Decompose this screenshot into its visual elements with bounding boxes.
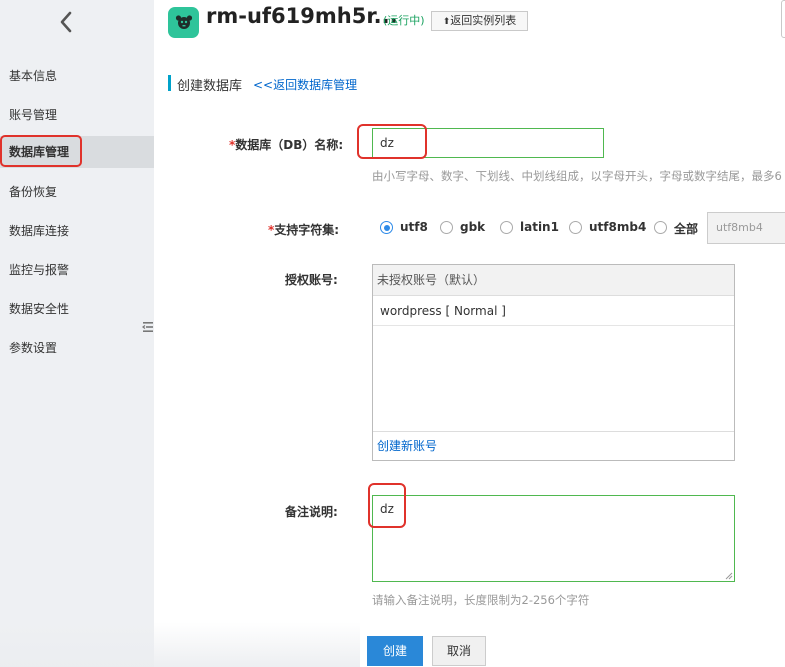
sidebar-item-parameters[interactable]: 参数设置 [0, 332, 154, 364]
account-list: 未授权账号（默认） wordpress [ Normal ] 创建新账号 [372, 264, 735, 461]
radio-checked-icon [380, 221, 393, 234]
sidebar-item-label: 数据库连接 [9, 224, 70, 238]
chevron-left-icon[interactable] [56, 8, 78, 36]
sidebar-item-connection[interactable]: 数据库连接 [0, 215, 154, 247]
header-edge-control[interactable] [781, 0, 785, 38]
custom-charset-input[interactable]: utf8mb4 [707, 212, 785, 244]
create-button[interactable]: 创建 [367, 636, 423, 666]
title-accent-bar [168, 75, 171, 91]
sidebar: 基本信息 账号管理 数据库管理 备份恢复 数据库连接 监控与报警 数据安全性 参… [0, 0, 154, 667]
charset-label: *支持字符集: [268, 223, 340, 237]
sidebar-item-label: 参数设置 [9, 341, 58, 355]
status-badge: (运行中) [383, 14, 425, 27]
sidebar-item-backup[interactable]: 备份恢复 [0, 176, 154, 208]
database-instance-icon [168, 7, 199, 38]
accounts-label: 授权账号: [285, 273, 338, 287]
remark-label: 备注说明: [285, 505, 338, 519]
radio-unchecked-icon [654, 221, 667, 234]
db-name-highlight-box [357, 124, 427, 159]
resize-grip-icon[interactable] [725, 572, 733, 580]
remark-hint: 请输入备注说明，长度限制为2-256个字符 [372, 593, 590, 607]
create-account-link[interactable]: 创建新账号 [373, 431, 734, 460]
account-list-header: 未授权账号（默认） [373, 265, 734, 296]
page-title: 创建数据库 [177, 79, 243, 94]
db-name-hint: 由小写字母、数字、下划线、中划线组成，以字母开头，字母或数字结尾，最多6 [372, 169, 782, 183]
collapse-menu-icon[interactable] [142, 320, 154, 334]
sidebar-item-accounts[interactable]: 账号管理 [0, 99, 154, 131]
sidebar-item-label: 基本信息 [9, 69, 58, 83]
radio-unchecked-icon [440, 221, 453, 234]
sidebar-item-security[interactable]: 数据安全性 [0, 293, 154, 325]
back-to-instances-label: 返回实例列表 [450, 14, 517, 27]
back-to-instances-button[interactable]: ⬆返回实例列表 [431, 11, 528, 31]
sidebar-item-monitoring[interactable]: 监控与报警 [0, 254, 154, 286]
sidebar-item-label: 账号管理 [9, 108, 58, 122]
sidebar-item-label: 数据安全性 [9, 302, 70, 316]
cancel-button[interactable]: 取消 [432, 636, 486, 666]
instance-name: rm-uf619mh5r... [206, 4, 398, 28]
db-name-label: *数据库（DB）名称: [229, 138, 344, 152]
sidebar-highlight-box [0, 135, 82, 167]
radio-unchecked-icon [500, 221, 513, 234]
list-item[interactable]: wordpress [ Normal ] [373, 297, 734, 326]
remark-textarea[interactable]: dz [372, 495, 735, 582]
radio-unchecked-icon [569, 221, 582, 234]
remark-highlight-box [368, 483, 406, 528]
sidebar-item-basic-info[interactable]: 基本信息 [0, 60, 154, 92]
sidebar-item-label: 备份恢复 [9, 185, 58, 199]
sidebar-item-label: 监控与报警 [9, 263, 70, 277]
back-to-db-management-link[interactable]: <<返回数据库管理 [253, 76, 357, 93]
